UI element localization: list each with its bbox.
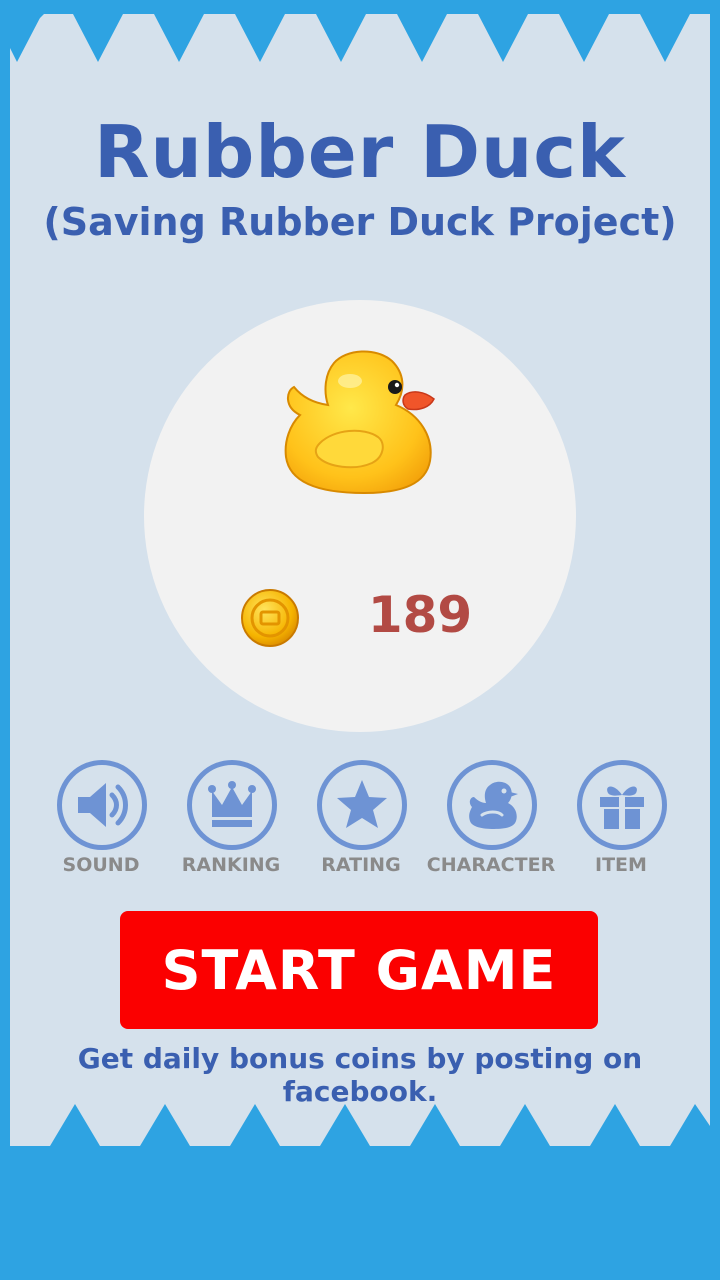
game-title: Rubber Duck xyxy=(94,110,626,194)
item-label: ITEM xyxy=(595,854,647,876)
character-ring xyxy=(447,760,537,850)
rating-ring xyxy=(317,760,407,850)
rating-label: RATING xyxy=(321,854,401,876)
ranking-label: RANKING xyxy=(181,854,281,876)
speaker-icon xyxy=(78,783,128,827)
duck-icon xyxy=(469,781,518,829)
game-subtitle: (Saving Rubber Duck Project) xyxy=(43,200,677,244)
item-ring xyxy=(577,760,667,850)
start-game-button[interactable]: START GAME xyxy=(120,911,598,1029)
gift-icon xyxy=(600,786,644,829)
sound-button[interactable]: SOUND xyxy=(51,760,151,880)
character-label: CHARACTER xyxy=(426,854,556,876)
coin-count: 189 xyxy=(367,586,473,644)
star-icon xyxy=(337,780,387,828)
ranking-ring xyxy=(187,760,277,850)
rating-button[interactable]: RATING xyxy=(311,760,411,880)
ranking-button[interactable]: RANKING xyxy=(181,760,281,880)
coin-icon xyxy=(241,589,299,647)
item-button[interactable]: ITEM xyxy=(571,760,671,880)
zigzag-top-edge xyxy=(10,0,710,62)
facebook-bonus-hint[interactable]: Get daily bonus coins by posting on face… xyxy=(0,1042,720,1108)
character-button[interactable]: CHARACTER xyxy=(427,760,555,880)
crown-icon xyxy=(208,781,256,827)
sound-label: SOUND xyxy=(62,854,140,876)
rubber-duck-icon xyxy=(284,350,435,495)
sound-ring xyxy=(57,760,147,850)
